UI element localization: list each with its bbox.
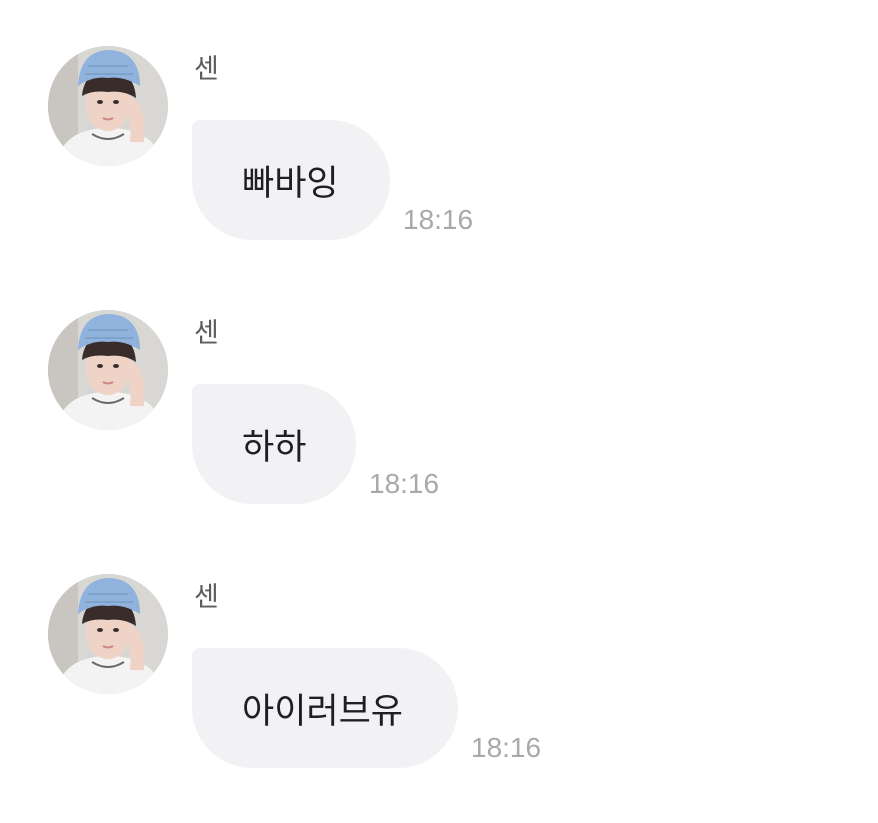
message-timestamp: 18:16 <box>403 204 474 235</box>
sender-name: 센 <box>194 318 219 349</box>
message-group: 센 빠바잉 18:16 <box>0 46 878 246</box>
sender-avatar[interactable] <box>48 310 168 430</box>
sender-name: 센 <box>194 582 219 613</box>
message-timestamp: 18:16 <box>471 732 542 763</box>
message-group: 센 하하 18:16 <box>0 310 878 510</box>
message-bubble[interactable]: 하하 <box>192 384 356 504</box>
message-text: 아이러브유 <box>242 691 404 732</box>
sender-name: 센 <box>194 54 219 85</box>
message-text: 빠바잉 <box>242 163 339 204</box>
sender-avatar[interactable] <box>48 574 168 694</box>
message-text: 하하 <box>242 427 307 468</box>
avatar-image <box>48 574 168 694</box>
avatar-image <box>48 46 168 166</box>
sender-avatar[interactable] <box>48 46 168 166</box>
message-group: 센 아이러브유 18:16 <box>0 574 878 774</box>
message-bubble[interactable]: 아이러브유 <box>192 648 458 768</box>
avatar-image <box>48 310 168 430</box>
message-timestamp: 18:16 <box>369 468 440 499</box>
message-bubble[interactable]: 빠바잉 <box>192 120 390 240</box>
